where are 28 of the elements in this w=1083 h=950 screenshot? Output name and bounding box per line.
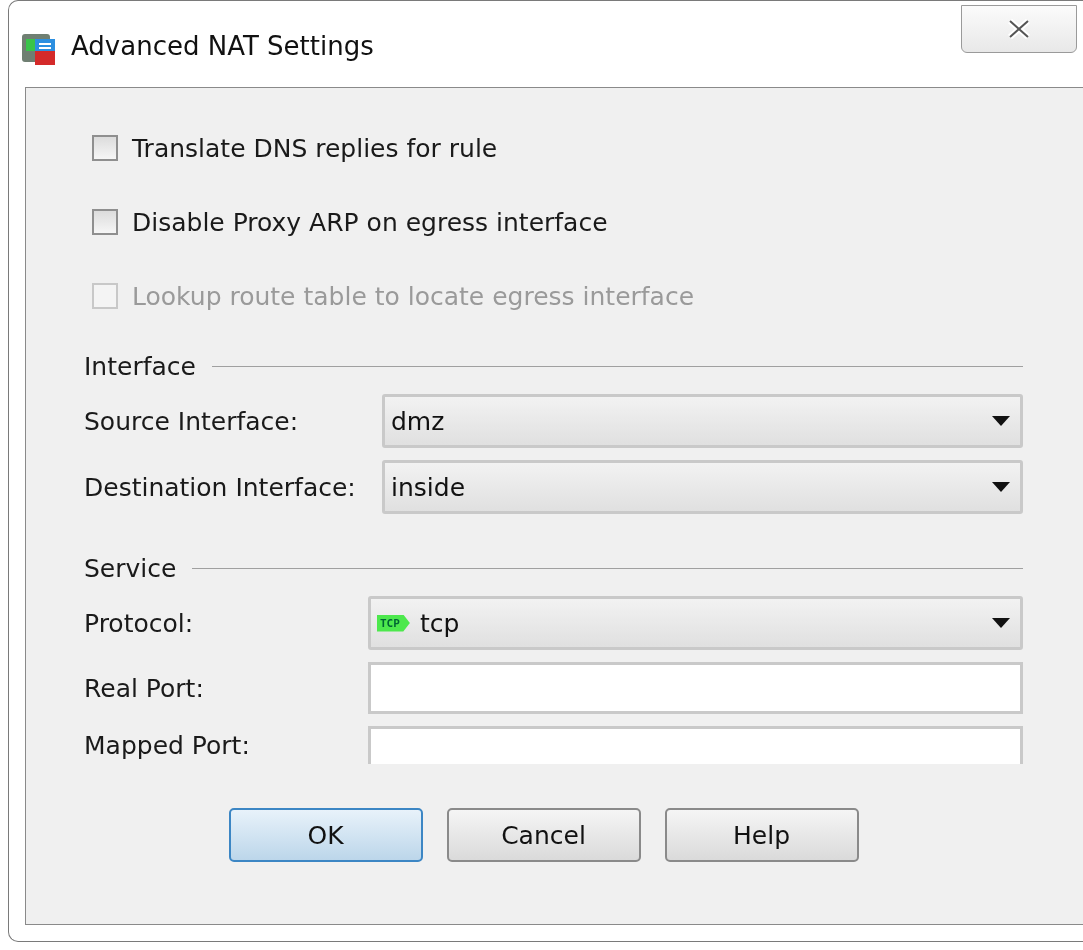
checkbox-label: Disable Proxy ARP on egress interface (132, 207, 608, 237)
app-icon (21, 31, 57, 67)
field-label: Real Port: (84, 673, 205, 703)
section-heading: Service (84, 553, 177, 583)
dropdown[interactable]: TCP tcp (368, 596, 1023, 650)
field-label: Protocol: (84, 608, 195, 638)
field-label: Mapped Port: (84, 730, 251, 760)
window-title: Advanced NAT Settings (71, 31, 374, 61)
section-heading: Interface (84, 351, 196, 381)
dropdown-arrow-icon (992, 416, 1010, 426)
field-label: Source Interface: (84, 406, 300, 436)
dropdown[interactable]: inside (382, 460, 1023, 514)
dialog-button[interactable]: Cancel (446, 808, 641, 862)
field-label: Destination Interface: (84, 472, 357, 502)
checkbox-label: Translate DNS replies for rule (132, 133, 498, 163)
dropdown[interactable]: dmz (382, 394, 1023, 448)
dialog-button[interactable]: OK (228, 808, 423, 862)
close-button[interactable] (961, 5, 1077, 53)
dialog-button[interactable]: Help (664, 808, 859, 862)
dropdown-arrow-icon (992, 618, 1010, 628)
text-field[interactable] (368, 662, 1023, 714)
checkbox-label: Lookup route table to locate egress interface (132, 281, 695, 311)
protocol-badge: TCP (377, 614, 410, 632)
checkbox[interactable] (92, 135, 118, 161)
checkbox[interactable] (92, 209, 118, 235)
text-field[interactable] (368, 726, 1023, 764)
close-icon (1008, 19, 1030, 39)
dropdown-arrow-icon (992, 482, 1010, 492)
